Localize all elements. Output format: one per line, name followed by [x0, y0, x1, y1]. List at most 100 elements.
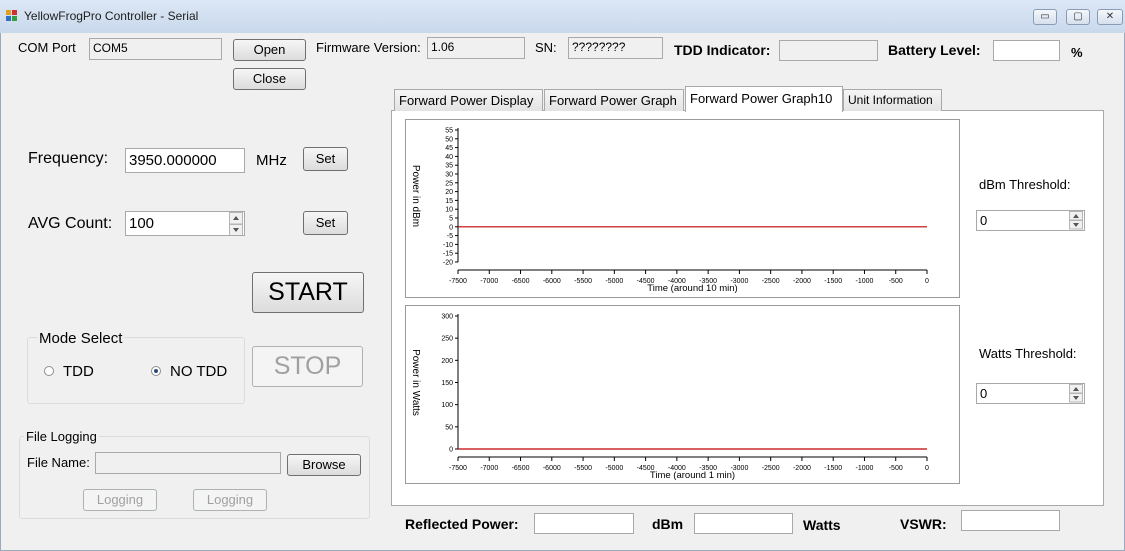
x-tick-label: -2000 — [793, 465, 811, 472]
tdd-radio[interactable]: TDD — [44, 363, 104, 380]
minimize-button[interactable]: ▭ — [1033, 9, 1057, 25]
close-port-button[interactable]: Close — [233, 68, 306, 90]
sn-label: SN: — [535, 40, 557, 55]
y-tick-label: 45 — [445, 145, 453, 152]
browse-button[interactable]: Browse — [287, 454, 361, 476]
dbm-threshold-input[interactable]: 0 — [976, 210, 1085, 231]
x-tick-label: -5500 — [574, 278, 592, 285]
watts-threshold-spinner[interactable] — [1069, 384, 1083, 403]
no-tdd-radio[interactable]: NO TDD — [151, 363, 241, 380]
y-tick-label: -5 — [447, 233, 453, 240]
file-logging-title: File Logging — [24, 429, 99, 444]
y-tick-label: 55 — [445, 128, 453, 135]
watts-unit-label: Watts — [803, 517, 841, 533]
com-port-field[interactable]: COM5 — [89, 38, 222, 60]
x-tick-label: 0 — [925, 465, 929, 472]
dbm-threshold-spinner[interactable] — [1069, 211, 1083, 230]
y-axis-title: Power in Watts — [410, 349, 421, 416]
y-tick-label: 5 — [449, 216, 453, 223]
y-tick-label: 150 — [441, 380, 453, 387]
x-tick-label: -500 — [889, 465, 903, 472]
y-tick-label: 15 — [445, 198, 453, 205]
watts-chart: 300 250 200 150 100 50 0 -7500 -7000 -6500 -6000 -5… — [405, 305, 960, 484]
logging-start-button[interactable]: Logging — [83, 489, 157, 511]
battery-percent-unit: % — [1071, 45, 1083, 60]
y-tick-label: 10 — [445, 207, 453, 214]
x-tick-label: -6000 — [543, 278, 561, 285]
firmware-field: 1.06 — [427, 37, 525, 59]
y-tick-label: 200 — [441, 358, 453, 365]
frequency-input[interactable]: 3950.000000 — [125, 148, 245, 173]
y-tick-label: 25 — [445, 180, 453, 187]
tdd-radio-button[interactable] — [44, 366, 54, 376]
x-tick-label: -1500 — [824, 465, 842, 472]
y-tick-label: 35 — [445, 163, 453, 170]
y-axis-title: Power in dBm — [410, 165, 421, 227]
close-window-button[interactable]: ✕ — [1097, 9, 1123, 25]
x-tick-label: -6500 — [512, 278, 530, 285]
avg-count-label: AVG Count: — [28, 215, 113, 232]
avg-count-set-button[interactable]: Set — [303, 211, 348, 235]
frequency-set-button[interactable]: Set — [303, 147, 348, 171]
tdd-radio-label: TDD — [63, 363, 94, 380]
app-icon — [6, 10, 17, 21]
x-tick-label: -5000 — [605, 278, 623, 285]
y-tick-label: -15 — [443, 251, 453, 258]
y-tick-label: 100 — [441, 402, 453, 409]
no-tdd-radio-label: NO TDD — [170, 363, 228, 380]
x-tick-label: -2500 — [762, 278, 780, 285]
reflected-dbm-field[interactable] — [534, 513, 634, 534]
x-tick-label: -5000 — [605, 465, 623, 472]
vswr-label: VSWR: — [900, 516, 947, 532]
dbm-chart-frame — [405, 119, 960, 298]
avg-count-spinner[interactable] — [229, 212, 243, 236]
reflected-power-label: Reflected Power: — [405, 516, 519, 532]
logging-stop-button[interactable]: Logging — [193, 489, 267, 511]
tdd-indicator-label: TDD Indicator: — [674, 42, 771, 58]
frequency-unit: MHz — [256, 152, 287, 169]
vswr-field[interactable] — [961, 510, 1060, 531]
file-name-field[interactable] — [95, 452, 281, 474]
x-tick-label: -7500 — [449, 465, 467, 472]
stop-button[interactable]: STOP — [252, 346, 363, 387]
x-tick-label: -6000 — [543, 465, 561, 472]
tab-forward-power-display[interactable]: Forward Power Display — [394, 89, 543, 111]
y-tick-label: 50 — [445, 424, 453, 431]
open-button[interactable]: Open — [233, 39, 306, 61]
x-tick-label: -1000 — [856, 278, 874, 285]
y-tick-label: 20 — [445, 189, 453, 196]
y-tick-label: 50 — [445, 136, 453, 143]
com-port-label: COM Port — [18, 40, 76, 55]
window-title: YellowFrogPro Controller - Serial — [24, 9, 199, 23]
tdd-indicator-field — [779, 40, 878, 61]
y-tick-label: 0 — [449, 447, 453, 454]
start-button[interactable]: START — [252, 272, 364, 313]
firmware-label: Firmware Version: — [316, 40, 421, 55]
y-tick-label: 250 — [441, 336, 453, 343]
y-tick-label: 300 — [441, 314, 453, 321]
x-tick-label: -7000 — [480, 278, 498, 285]
y-tick-label: -10 — [443, 242, 453, 249]
battery-level-field[interactable] — [993, 40, 1060, 61]
avg-count-input[interactable]: 100 — [125, 211, 245, 236]
x-tick-label: -6500 — [512, 465, 530, 472]
tab-unit-information[interactable]: Unit Information — [843, 89, 942, 111]
x-tick-label: -7000 — [480, 465, 498, 472]
maximize-button[interactable]: ▢ — [1066, 9, 1090, 25]
dbm-unit-label: dBm — [652, 516, 684, 532]
reflected-watts-field[interactable] — [694, 513, 793, 534]
watts-threshold-input[interactable]: 0 — [976, 383, 1085, 404]
maximize-icon: ▢ — [1073, 11, 1083, 22]
dbm-threshold-label: dBm Threshold: — [979, 177, 1071, 192]
x-tick-label: -1000 — [856, 465, 874, 472]
tab-forward-power-graph10[interactable]: Forward Power Graph10 — [685, 86, 843, 112]
no-tdd-radio-button[interactable] — [151, 366, 161, 376]
x-tick-label: 0 — [925, 278, 929, 285]
x-tick-label: -2000 — [793, 278, 811, 285]
watts-threshold-label: Watts Threshold: — [979, 346, 1077, 361]
sn-field: ???????? — [568, 37, 663, 59]
close-icon: ✕ — [1105, 11, 1115, 22]
x-tick-label: -1500 — [824, 278, 842, 285]
watts-threshold-value: 0 — [980, 386, 988, 401]
tab-forward-power-graph[interactable]: Forward Power Graph — [544, 89, 684, 111]
